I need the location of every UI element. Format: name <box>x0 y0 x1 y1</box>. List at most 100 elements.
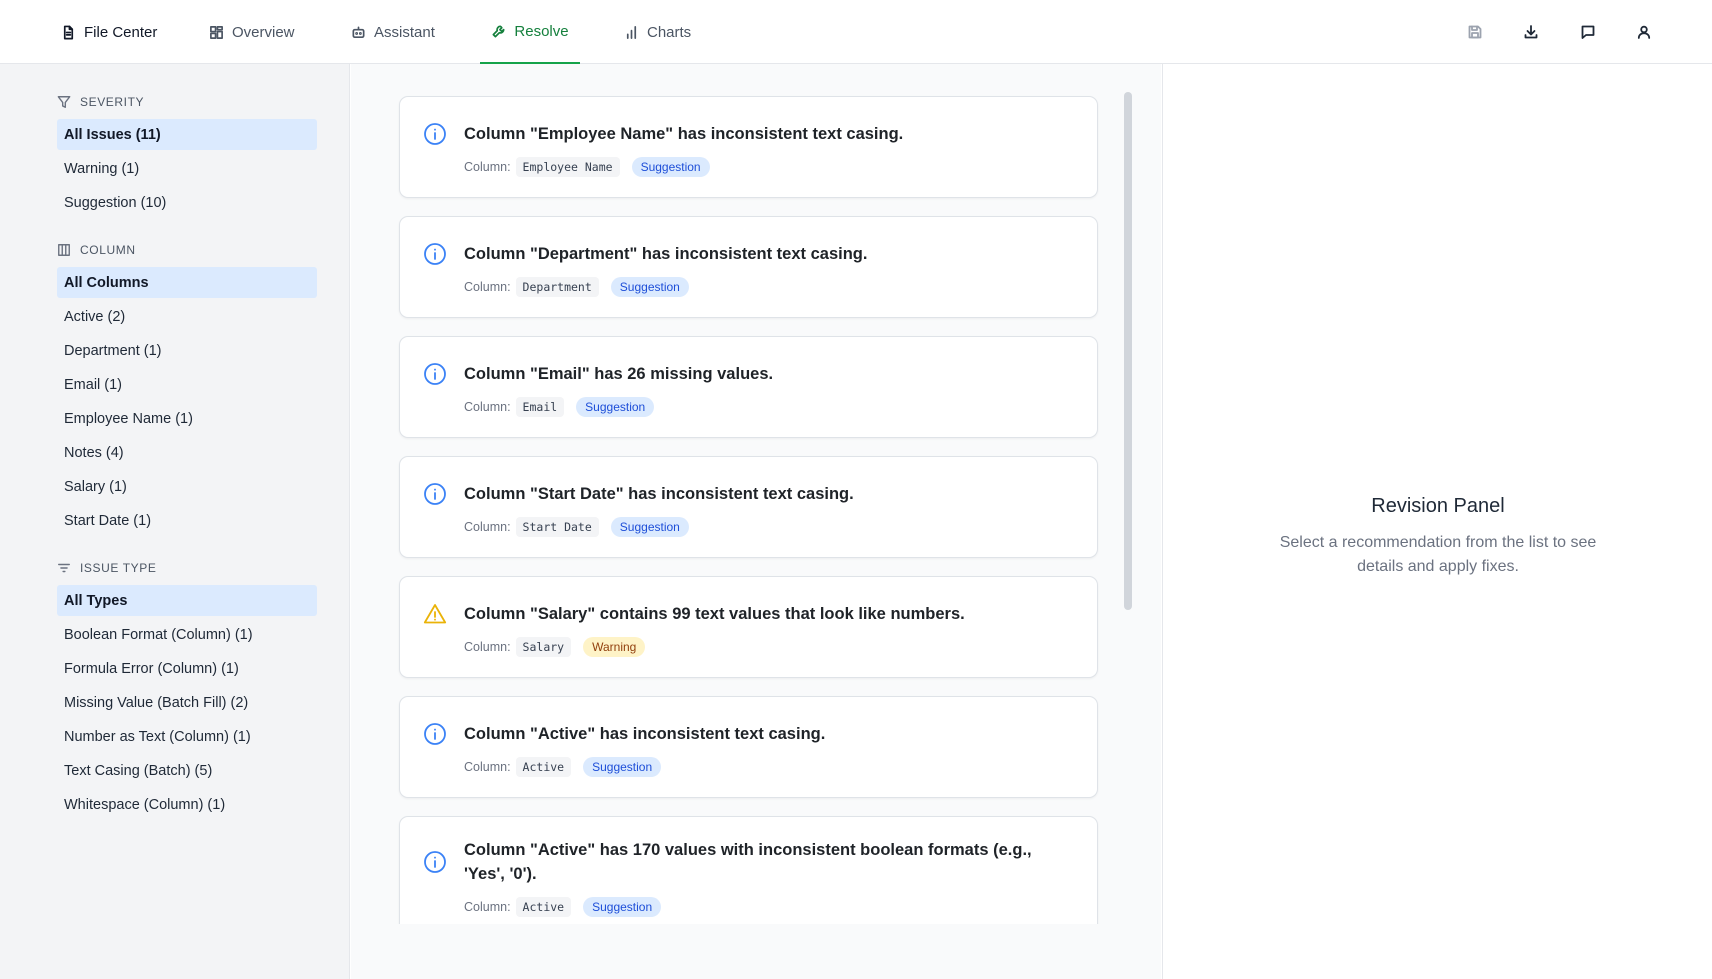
column-label: Column: <box>464 520 511 534</box>
column-label: Column: <box>464 400 511 414</box>
tab-label: File Center <box>84 23 158 41</box>
issue-card[interactable]: Column "Active" has inconsistent text ca… <box>399 696 1098 798</box>
tab-resolve[interactable]: Resolve <box>480 0 580 64</box>
issue-title: Column "Active" has 170 values with inco… <box>464 841 1032 883</box>
user-icon[interactable] <box>1634 22 1654 42</box>
severity-section-header: SEVERITY <box>57 95 144 109</box>
filter-column-employee-name[interactable]: Employee Name (1) <box>57 403 317 434</box>
filter-all-columns[interactable]: All Columns <box>57 267 317 298</box>
column-name-code: Department <box>515 277 599 297</box>
filter-all-types[interactable]: All Types <box>57 585 317 616</box>
column-name-code: Start Date <box>515 517 599 537</box>
tab-charts[interactable]: Charts <box>624 0 691 64</box>
column-name-code: Employee Name <box>515 157 620 177</box>
severity-badge: Suggestion <box>631 157 710 177</box>
column-name-code: Active <box>515 897 572 917</box>
severity-badge: Suggestion <box>583 757 662 777</box>
severity-badge: Suggestion <box>583 897 662 917</box>
issue-meta: Column: Salary Warning <box>464 637 646 657</box>
column-label: Column: <box>464 640 511 654</box>
issue-title: Column "Department" has inconsistent tex… <box>464 245 868 263</box>
tab-file-center[interactable]: File Center <box>61 0 157 64</box>
tab-assistant[interactable]: Assistant <box>351 0 435 64</box>
column-section-header: COLUMN <box>57 243 136 257</box>
column-label: Column: <box>464 160 511 174</box>
tab-overview[interactable]: Overview <box>209 0 295 64</box>
wrench-icon <box>492 25 505 37</box>
issue-title: Column "Active" has inconsistent text ca… <box>464 725 826 743</box>
info-icon <box>423 242 447 266</box>
issue-card[interactable]: Column "Employee Name" has inconsistent … <box>399 96 1098 198</box>
tab-label: Resolve <box>514 22 569 40</box>
top-navigation-bar: File Center Overview Assistant Resolve C… <box>0 0 1712 64</box>
issue-type-section-header: ISSUE TYPE <box>57 561 156 575</box>
warning-icon <box>423 602 447 626</box>
info-icon <box>423 850 447 874</box>
info-icon <box>423 122 447 146</box>
tab-label: Charts <box>647 23 692 41</box>
filter-sidebar: SEVERITY All Issues (11) Warning (1) Sug… <box>0 64 350 979</box>
issue-meta: Column: Employee Name Suggestion <box>464 157 710 177</box>
severity-badge: Suggestion <box>576 397 655 417</box>
columns-icon <box>58 244 70 256</box>
dashboard-icon <box>210 25 223 39</box>
column-label: Column: <box>464 900 511 914</box>
download-icon[interactable] <box>1521 22 1541 42</box>
save-icon[interactable] <box>1465 22 1485 42</box>
info-icon <box>423 362 447 386</box>
info-icon <box>423 722 447 746</box>
column-name-code: Active <box>515 757 572 777</box>
issue-list-pane: Column "Employee Name" has inconsistent … <box>351 64 1161 979</box>
issue-meta: Column: Department Suggestion <box>464 277 689 297</box>
filter-column-notes[interactable]: Notes (4) <box>57 437 317 468</box>
filter-column-active[interactable]: Active (2) <box>57 301 317 332</box>
issue-meta: Column: Active Suggestion <box>464 897 662 917</box>
filter-type-number-as-text[interactable]: Number as Text (Column) (1) <box>57 721 317 752</box>
revision-panel-description: Select a recommendation from the list to… <box>1279 534 1597 575</box>
issue-card[interactable]: Column "Start Date" has inconsistent tex… <box>399 456 1098 558</box>
filter-all-issues[interactable]: All Issues (11) <box>57 119 317 150</box>
filter-column-email[interactable]: Email (1) <box>57 369 317 400</box>
revision-panel: Revision Panel Select a recommendation f… <box>1162 64 1712 979</box>
list-scrollbar[interactable] <box>1124 92 1132 610</box>
issue-card[interactable]: Column "Active" has 170 values with inco… <box>399 816 1098 924</box>
severity-badge: Suggestion <box>610 277 689 297</box>
issue-card[interactable]: Column "Department" has inconsistent tex… <box>399 216 1098 318</box>
filter-column-salary[interactable]: Salary (1) <box>57 471 317 502</box>
severity-badge: Warning <box>583 637 646 657</box>
issue-title: Column "Start Date" has inconsistent tex… <box>464 485 854 503</box>
comment-icon[interactable] <box>1578 22 1598 42</box>
bot-icon <box>352 26 365 38</box>
issue-title: Column "Salary" contains 99 text values … <box>464 605 965 623</box>
list-filter-icon <box>58 563 70 573</box>
filter-column-start-date[interactable]: Start Date (1) <box>57 505 317 536</box>
file-icon <box>63 25 74 39</box>
filter-type-missing-value[interactable]: Missing Value (Batch Fill) (2) <box>57 687 317 718</box>
column-name-code: Email <box>515 397 565 417</box>
issue-meta: Column: Active Suggestion <box>464 757 662 777</box>
column-label: Column: <box>464 760 511 774</box>
issue-card[interactable]: Column "Email" has 26 missing values. Co… <box>399 336 1098 438</box>
filter-suggestion[interactable]: Suggestion (10) <box>57 187 317 218</box>
info-icon <box>423 482 447 506</box>
filter-type-whitespace[interactable]: Whitespace (Column) (1) <box>57 789 317 820</box>
column-name-code: Salary <box>515 637 572 657</box>
issue-card[interactable]: Column "Salary" contains 99 text values … <box>399 576 1098 678</box>
filter-warning[interactable]: Warning (1) <box>57 153 317 184</box>
filter-column-department[interactable]: Department (1) <box>57 335 317 366</box>
issue-meta: Column: Start Date Suggestion <box>464 517 689 537</box>
filter-icon <box>57 96 71 108</box>
issue-meta: Column: Email Suggestion <box>464 397 655 417</box>
filter-type-formula-error[interactable]: Formula Error (Column) (1) <box>57 653 317 684</box>
revision-panel-title: Revision Panel <box>1371 495 1505 517</box>
issue-title: Column "Email" has 26 missing values. <box>464 365 774 383</box>
issue-list[interactable]: Column "Employee Name" has inconsistent … <box>351 64 1161 924</box>
filter-type-text-casing[interactable]: Text Casing (Batch) (5) <box>57 755 317 786</box>
filter-type-boolean-format[interactable]: Boolean Format (Column) (1) <box>57 619 317 650</box>
bar-chart-icon <box>626 25 637 39</box>
issue-title: Column "Employee Name" has inconsistent … <box>464 125 904 143</box>
tab-label: Assistant <box>374 23 435 41</box>
column-label: Column: <box>464 280 511 294</box>
severity-badge: Suggestion <box>610 517 689 537</box>
tab-label: Overview <box>232 23 295 41</box>
